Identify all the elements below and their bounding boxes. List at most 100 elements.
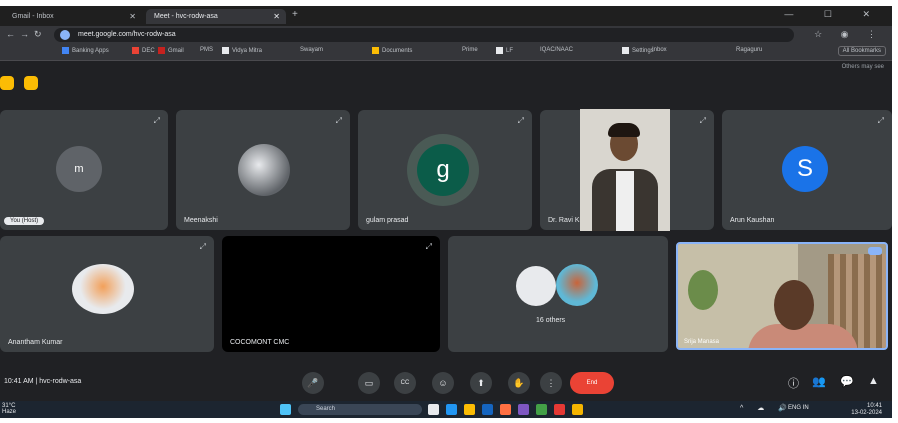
captions-button[interactable]: CC (394, 372, 416, 394)
weather-desc: Haze (2, 409, 17, 415)
present-icon: ⬆ (477, 377, 485, 388)
weather-widget[interactable]: 31°C Haze (2, 403, 16, 415)
window-controls[interactable]: — ☐ ✕ (784, 9, 884, 20)
tab-meet[interactable]: Meet - hvc-rodw-asa ✕ (146, 9, 286, 24)
participant-tile[interactable]: ⤢ g gulam prasad (358, 110, 532, 230)
pin-icon[interactable]: ⤢ (518, 116, 524, 126)
input-language[interactable]: ENG IN (788, 405, 809, 411)
info-icon[interactable]: ⓘ (788, 375, 799, 391)
clock-time: 10:41 (866, 403, 882, 409)
chrome-icon[interactable] (572, 404, 583, 415)
avatar: g (417, 144, 469, 196)
bookmark-item[interactable]: DEC (132, 47, 155, 54)
close-icon[interactable]: ✕ (273, 12, 280, 21)
mic-icon: 🎤 (307, 377, 319, 388)
url-field[interactable]: meet.google.com/hvc-rodw-asa (54, 28, 794, 42)
profile-icon[interactable]: ☆ ◉ ⋮ (814, 29, 884, 40)
more-icon: ⋮ (546, 377, 556, 388)
site-info-icon[interactable] (60, 30, 70, 40)
app-icon[interactable] (518, 404, 529, 415)
end-call-button[interactable]: End (570, 372, 614, 394)
taskbar-clock[interactable]: 10:41 13-02-2024 (851, 403, 882, 417)
end-call-label: End (586, 380, 598, 386)
participant-name: 16 others (536, 317, 566, 324)
emoji-button[interactable]: ☺ (432, 372, 454, 394)
pin-icon[interactable]: ⤢ (200, 242, 206, 252)
emoji-icon: ☺ (438, 378, 448, 388)
participant-tile[interactable]: ⤢ COCOMONT CMC (222, 236, 440, 352)
speaking-indicator-icon (868, 247, 882, 255)
avatar (556, 264, 598, 306)
more-options-button[interactable]: ⋮ (540, 372, 562, 394)
participant-name: Arun Kaushan (730, 217, 775, 224)
browser-tab-strip: Gmail - Inbox ✕ Meet - hvc-rodw-asa ✕ + … (0, 6, 892, 26)
mic-button[interactable]: 🎤 (302, 372, 324, 394)
participant-tile[interactable]: ⤢ Meenakshi (176, 110, 350, 230)
participant-name: Meenakshi (184, 217, 218, 224)
bookmark-item[interactable]: Banking Apps (62, 47, 109, 54)
app-icon[interactable] (554, 404, 565, 415)
tab-label: Meet - hvc-rodw-asa (154, 13, 218, 20)
participant-name: Srija Manasa (684, 339, 720, 345)
bookmark-item[interactable]: LF (496, 47, 513, 54)
close-icon[interactable]: ✕ (129, 12, 136, 21)
bookmark-item[interactable]: Gmail (158, 47, 184, 54)
bookmark-item[interactable]: Ragaguru (736, 47, 762, 53)
bookmark-item[interactable]: Swayam (300, 47, 323, 53)
pin-icon[interactable]: ⤢ (700, 116, 706, 126)
taskbar-search[interactable]: Search (298, 404, 422, 415)
forward-icon[interactable]: → (20, 29, 29, 39)
avatar (72, 264, 134, 314)
bookmark-item[interactable]: Documents (372, 47, 412, 54)
participant-tile-self[interactable]: ⤢ m You (Host) (0, 110, 168, 230)
bookmark-item[interactable]: PMS (200, 47, 213, 53)
captions-icon: CC (400, 380, 410, 386)
people-icon[interactable]: 👥 (812, 375, 826, 388)
pin-icon[interactable]: ⤢ (154, 116, 160, 126)
windows-taskbar: 31°C Haze Search ^ ☁ 🔊 ENG IN 10:41 13-0… (0, 401, 892, 418)
participant-tile[interactable]: ⤢ Anantham Kumar (0, 236, 214, 352)
hand-icon: ✋ (513, 377, 525, 388)
camera-icon: ▭ (364, 377, 374, 388)
chat-icon[interactable]: 💬 (840, 375, 854, 388)
system-tray-icons[interactable]: ^ ☁ 🔊 (740, 404, 793, 412)
chat-app-icon[interactable] (446, 404, 457, 415)
all-bookmarks-button[interactable]: All Bookmarks (837, 46, 886, 56)
whatsapp-icon[interactable] (536, 404, 547, 415)
pin-icon[interactable]: ⤢ (426, 242, 432, 252)
app-icon[interactable] (500, 404, 511, 415)
reaction-icon[interactable] (24, 76, 38, 90)
avatar: S (782, 146, 828, 192)
participant-tile[interactable]: ⤢ S Arun Kaushan (722, 110, 892, 230)
file-explorer-icon[interactable] (464, 404, 475, 415)
self-label: You (Host) (4, 217, 45, 225)
edge-icon[interactable] (482, 404, 493, 415)
participant-video (580, 109, 670, 231)
activities-icon[interactable]: ▲ (868, 375, 879, 387)
avatar: m (56, 146, 102, 192)
tab-gmail[interactable]: Gmail - Inbox ✕ (4, 9, 142, 24)
new-tab-button[interactable]: + (292, 9, 298, 20)
pin-icon[interactable]: ⤢ (878, 116, 884, 126)
back-icon[interactable]: ← (6, 29, 15, 39)
address-bar-row: ← → ↻ meet.google.com/hvc-rodw-asa ☆ ◉ ⋮ (0, 26, 892, 44)
bookmark-item[interactable]: Vidya Mitra (222, 47, 262, 54)
bookmark-item[interactable]: Inbox (652, 47, 667, 53)
bookmark-item[interactable]: Prime (462, 47, 478, 53)
bookmark-item[interactable]: IQAC/NAAC (540, 47, 573, 53)
pin-icon[interactable]: ⤢ (336, 116, 342, 126)
bookmark-item[interactable]: Settings (622, 47, 654, 54)
raise-hand-button[interactable]: ✋ (508, 372, 530, 394)
participant-tile-others[interactable]: 16 others (448, 236, 668, 352)
meet-top-note: Others may see (841, 64, 884, 70)
task-view-icon[interactable] (428, 404, 439, 415)
present-button[interactable]: ⬆ (470, 372, 492, 394)
windows-start-icon[interactable] (280, 404, 291, 415)
participant-name: Anantham Kumar (8, 339, 63, 346)
participant-video-tile[interactable]: Srija Manasa (676, 242, 888, 350)
participant-name: gulam prasad (366, 217, 409, 224)
reaction-icon[interactable] (0, 76, 14, 90)
camera-button[interactable]: ▭ (358, 372, 380, 394)
reload-icon[interactable]: ↻ (34, 29, 42, 40)
url-text: meet.google.com/hvc-rodw-asa (78, 31, 176, 38)
